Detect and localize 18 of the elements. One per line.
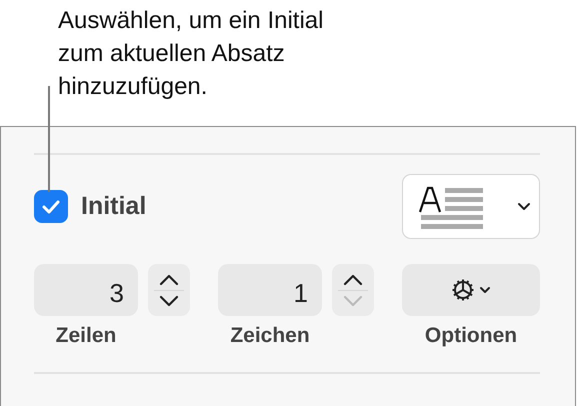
checkbox[interactable] — [34, 190, 68, 223]
chevron-up-icon — [158, 272, 180, 286]
options-button[interactable] — [402, 264, 540, 316]
callout-text: Auswählen, um ein Initial zum aktuellen Absatz hinzuzufügen. — [58, 6, 324, 102]
style-dropdown[interactable] — [402, 174, 540, 239]
gear-icon — [451, 278, 475, 302]
chevron-down-icon — [517, 202, 531, 211]
checkmark-icon — [41, 198, 61, 214]
chevron-down-icon — [479, 286, 491, 294]
chevron-up-icon — [342, 272, 364, 286]
options-label: Optionen — [424, 324, 518, 348]
checkbox-label: Initial — [81, 192, 146, 221]
number-field[interactable]: 1 — [218, 264, 322, 316]
number-field[interactable]: 3 — [34, 264, 138, 316]
field-label: Zeilen — [56, 324, 116, 348]
chevron-down-icon — [158, 294, 180, 308]
chevron-down-icon — [342, 294, 364, 308]
field-label: Zeichen — [230, 324, 310, 348]
